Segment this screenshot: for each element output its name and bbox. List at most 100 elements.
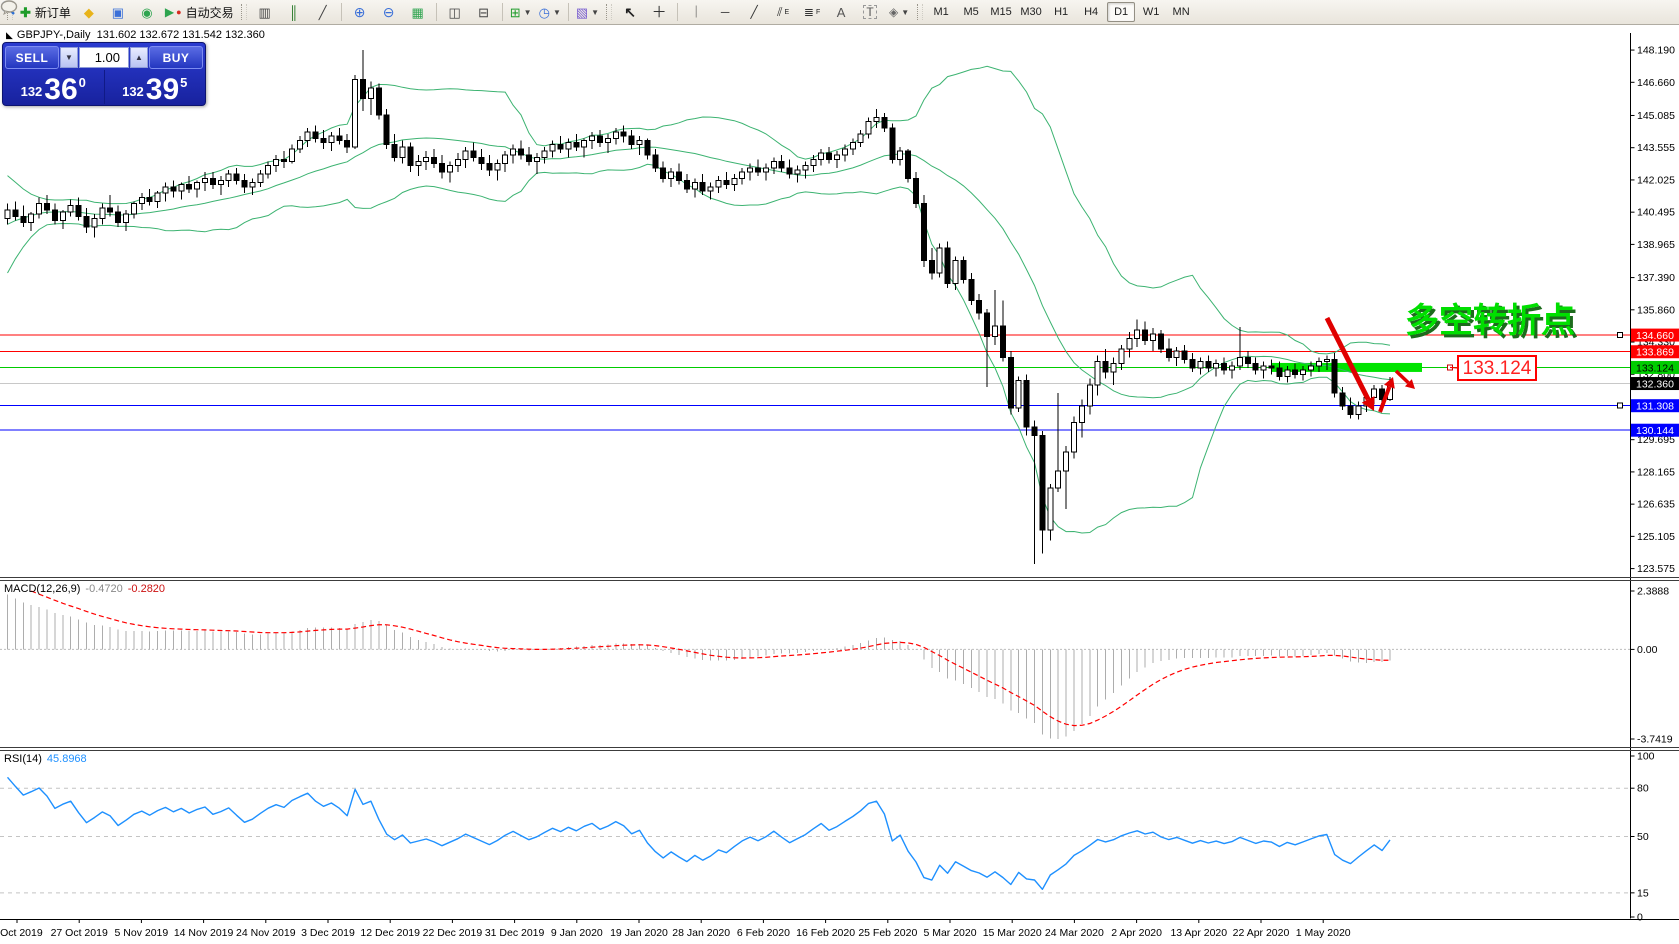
- trendline-tool-button[interactable]: ╱: [740, 1, 768, 23]
- candle-body: [827, 153, 832, 159]
- chart-canvas[interactable]: 148.190146.660145.085143.555142.025140.4…: [0, 25, 1679, 944]
- candle-body: [503, 155, 508, 163]
- candle-body: [519, 149, 524, 155]
- trend-arrow-3[interactable]: [1396, 371, 1408, 383]
- date-label: 24 Nov 2019: [236, 927, 296, 939]
- label-tool-button[interactable]: T: [856, 1, 884, 23]
- candle-body: [985, 313, 990, 336]
- candle-body: [700, 183, 705, 191]
- candle-body: [131, 204, 136, 215]
- zoom-in-button[interactable]: ⊕: [346, 1, 374, 23]
- timeframe-M30[interactable]: M30: [1017, 2, 1045, 22]
- shapes-tool-button[interactable]: ◈▼: [885, 1, 913, 23]
- turning-point-annotation[interactable]: 多空转折点: [1405, 302, 1575, 340]
- price-callout-box[interactable]: 133.124: [1458, 356, 1536, 380]
- rsi-label: RSI(14)45.8968: [4, 753, 87, 765]
- date-label: 13 Apr 2020: [1170, 927, 1227, 939]
- candle-chart-mode-button[interactable]: ║: [280, 1, 308, 23]
- candle-body: [13, 210, 18, 216]
- candle-body: [1356, 406, 1361, 414]
- profiles-button[interactable]: ◷▼: [536, 1, 564, 23]
- sell-button[interactable]: SELL: [5, 46, 59, 69]
- tile-windows-button[interactable]: ▦: [404, 1, 432, 23]
- candle-body: [1158, 334, 1163, 349]
- candle-body: [961, 261, 966, 280]
- buy-price[interactable]: 132395: [105, 70, 206, 104]
- date-label: 22 Dec 2019: [423, 927, 483, 939]
- timeframe-H1[interactable]: H1: [1047, 2, 1075, 22]
- auto-trading-button[interactable]: ▶ ● 自动交易: [162, 1, 237, 23]
- date-label: 1 May 2020: [1296, 927, 1351, 939]
- horizontal-line-tool-button[interactable]: ─: [711, 1, 739, 23]
- rsi-panel[interactable]: 1008050150: [0, 751, 1655, 924]
- timeframe-H4[interactable]: H4: [1077, 2, 1105, 22]
- timeframe-D1[interactable]: D1: [1107, 2, 1135, 22]
- line-chart-mode-button[interactable]: ╱: [309, 1, 337, 23]
- candle-body: [1301, 370, 1306, 374]
- fibonacci-tool-button[interactable]: ≣F: [798, 1, 826, 23]
- sell-price[interactable]: 132360: [3, 70, 105, 104]
- candle-body: [282, 159, 287, 161]
- timeframe-MN[interactable]: MN: [1167, 2, 1195, 22]
- timeframe-M5[interactable]: M5: [957, 2, 985, 22]
- volume-increase-button[interactable]: ▲: [130, 47, 148, 68]
- candle-body: [187, 185, 192, 189]
- signals-button[interactable]: ◉: [133, 1, 161, 23]
- market-icon: ▣: [112, 6, 124, 19]
- macd-panel[interactable]: 2.38880.00-3.7419: [0, 583, 1673, 746]
- candle-body: [598, 136, 603, 142]
- dropdown-arrow-icon: ▼: [591, 8, 599, 17]
- candle-body: [1072, 423, 1077, 452]
- date-axis[interactable]: 7 Oct 201927 Oct 20195 Nov 201914 Nov 20…: [0, 920, 1351, 940]
- bar-chart-mode-button[interactable]: ▥: [251, 1, 279, 23]
- candle-body: [416, 162, 421, 166]
- candle-body: [1372, 389, 1377, 397]
- candle-body: [779, 162, 784, 168]
- price-axis[interactable]: 148.190146.660145.085143.555142.025140.4…: [1631, 45, 1676, 576]
- candle-body: [953, 261, 958, 284]
- news-button[interactable]: ◆: [75, 1, 103, 23]
- candle-body: [408, 147, 413, 166]
- horizontal-price-lines[interactable]: [0, 333, 1630, 431]
- price-tick-label: 123.575: [1637, 563, 1675, 575]
- market-button[interactable]: ▣: [104, 1, 132, 23]
- candle-body: [1079, 406, 1084, 423]
- auto-scroll-button[interactable]: ◫: [441, 1, 469, 23]
- channel-tool-button[interactable]: ⫽E: [769, 1, 797, 23]
- tile-windows-icon: ▦: [411, 6, 423, 19]
- date-label: 27 Oct 2019: [51, 927, 108, 939]
- crosshair-tool-button[interactable]: ＋: [645, 1, 673, 23]
- candle-body: [155, 193, 160, 201]
- timeframe-W1[interactable]: W1: [1137, 2, 1165, 22]
- text-tool-button[interactable]: A: [827, 1, 855, 23]
- line-handle[interactable]: [1618, 403, 1623, 408]
- candle-body: [969, 279, 974, 300]
- volume-decrease-button[interactable]: ▼: [60, 47, 78, 68]
- chart-shift-button[interactable]: ⊟: [470, 1, 498, 23]
- candle-body: [1166, 349, 1171, 357]
- date-label: 5 Mar 2020: [923, 927, 976, 939]
- line-handle[interactable]: [1618, 333, 1623, 338]
- candle-body: [440, 164, 445, 172]
- indicators-button[interactable]: ▧▼: [573, 1, 602, 23]
- new-chart-button[interactable]: ⊞▼: [507, 1, 535, 23]
- volume-input[interactable]: 1.00: [79, 47, 129, 68]
- dropdown-arrow-icon: ▼: [524, 8, 532, 17]
- candle-body: [708, 187, 713, 191]
- candle-body: [60, 212, 65, 220]
- new-order-button[interactable]: ✚ 新订单: [17, 1, 74, 23]
- cursor-tool-button[interactable]: ↖: [616, 1, 644, 23]
- candle-body: [1206, 362, 1211, 368]
- zoom-out-button[interactable]: ⊖: [375, 1, 403, 23]
- candle-body: [45, 204, 50, 210]
- candle-body: [550, 145, 555, 151]
- candle-body: [1095, 362, 1100, 385]
- macd-label: MACD(12,26,9)-0.4720-0.2820: [4, 583, 165, 595]
- svg-text:RSI(14)45.8968: RSI(14)45.8968: [4, 753, 87, 765]
- timeframe-M15[interactable]: M15: [987, 2, 1015, 22]
- bb-upper: [8, 66, 1391, 354]
- buy-button[interactable]: BUY: [149, 46, 203, 69]
- candle-body: [242, 180, 247, 186]
- timeframe-M1[interactable]: M1: [927, 2, 955, 22]
- vertical-line-tool-button[interactable]: ｜: [682, 1, 710, 23]
